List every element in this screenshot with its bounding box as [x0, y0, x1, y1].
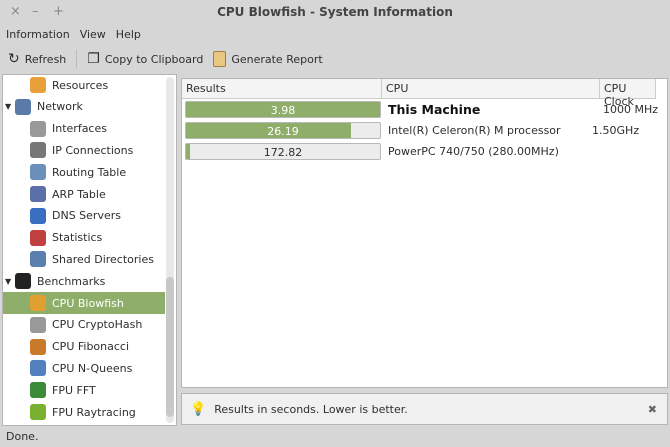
sidebar-item[interactable]: ▼ Benchmarks: [3, 270, 165, 292]
expander-icon[interactable]: ▼: [5, 277, 11, 286]
sidebar-item-label: DNS Servers: [52, 209, 121, 223]
sidebar-item-label: Statistics: [52, 231, 103, 245]
sidebar-item[interactable]: ▼ Network: [3, 96, 165, 118]
result-value: 172.82: [263, 146, 303, 159]
refresh-button[interactable]: ↻ Refresh: [8, 51, 66, 67]
sidebar-item-label: Shared Directories: [52, 252, 154, 266]
sidebar-item[interactable]: CPU N-Queens: [3, 357, 165, 379]
result-bar: 3.98: [185, 101, 381, 118]
lightbulb-icon: 💡: [190, 401, 207, 417]
sidebar-item-label: FPU FFT: [52, 383, 96, 397]
sidebar-item-icon: [30, 77, 46, 93]
scrollbar-thumb[interactable]: [166, 277, 174, 417]
status-bar: Done.: [6, 430, 39, 443]
info-text: Results in seconds. Lower is better.: [214, 402, 408, 416]
sidebar-item-icon: [30, 164, 46, 181]
result-value: 26.19: [267, 125, 299, 138]
generate-report-button[interactable]: Generate Report: [213, 51, 323, 67]
sidebar-item-label: Benchmarks: [37, 274, 106, 288]
sidebar-item[interactable]: Routing Table: [3, 161, 165, 183]
sidebar-item-icon: [30, 229, 46, 246]
sidebar-item[interactable]: Resources: [3, 75, 165, 96]
close-info-icon[interactable]: ✖: [648, 403, 657, 416]
refresh-icon: ↻: [8, 51, 20, 67]
column-header-cpu-clock[interactable]: CPU Clock: [600, 79, 656, 108]
menu-help[interactable]: Help: [116, 28, 141, 41]
result-bar: 172.82: [185, 143, 381, 160]
cpu-name: PowerPC 740/750 (280.00MHz): [388, 145, 559, 158]
sidebar-item-label: CPU Blowfish: [52, 296, 124, 310]
info-bar: 💡 Results in seconds. Lower is better. ✖: [181, 393, 668, 425]
toolbar-separator: [76, 50, 78, 68]
sidebar-item-icon: [30, 142, 46, 159]
sidebar-item-icon: [30, 207, 46, 224]
sidebar-item-label: IP Connections: [52, 143, 134, 157]
sidebar-item-icon: [15, 98, 31, 115]
sidebar-item[interactable]: Shared Directories: [3, 248, 165, 270]
result-bar: 26.19: [185, 122, 381, 139]
menu-bar: Information View Help: [0, 24, 141, 44]
sidebar-item-icon: [30, 404, 46, 420]
cpu-name: This Machine: [388, 102, 481, 117]
sidebar-item-label: Network: [37, 100, 83, 114]
sidebar-item-label: ARP Table: [52, 187, 106, 201]
sidebar-tree: Resources ▼ Network Interfaces IP Connection…: [2, 74, 177, 426]
sidebar-item-icon: [30, 295, 46, 311]
column-header-results[interactable]: Results: [182, 79, 382, 99]
sidebar-item-label: Resources: [52, 78, 109, 92]
sidebar-item-icon: [30, 382, 46, 399]
sidebar-item[interactable]: CPU Blowfish: [3, 292, 165, 314]
sidebar-item[interactable]: FPU FFT: [3, 379, 165, 401]
title-bar: × – + CPU Blowfish - System Information: [0, 0, 670, 24]
toolbar: ↻ Refresh ❐ Copy to Clipboard Generate Rep…: [0, 46, 333, 72]
sidebar-item-label: FPU Raytracing: [52, 405, 136, 419]
expander-icon[interactable]: ▼: [5, 102, 11, 111]
sidebar-item-icon: [15, 273, 31, 290]
sidebar-item[interactable]: Interfaces: [3, 118, 165, 140]
sidebar-item-icon: [30, 360, 46, 377]
copy-to-clipboard-button[interactable]: ❐ Copy to Clipboard: [87, 51, 203, 67]
sidebar-scrollbar[interactable]: [166, 77, 174, 423]
menu-view[interactable]: View: [80, 28, 106, 41]
sidebar-item[interactable]: FPU Raytracing: [3, 401, 165, 423]
sidebar-item-label: Interfaces: [52, 122, 107, 136]
menu-information[interactable]: Information: [6, 28, 70, 41]
sidebar-item[interactable]: DNS Servers: [3, 205, 165, 227]
sidebar-item-icon: [30, 338, 46, 355]
sidebar-item[interactable]: Statistics: [3, 227, 165, 249]
result-value: 3.98: [270, 104, 296, 117]
clipboard-report-icon: [213, 51, 227, 67]
copy-icon: ❐: [87, 51, 100, 67]
sidebar-item-label: CPU CryptoHash: [52, 318, 143, 332]
cpu-clock: 1000 MHz: [603, 103, 659, 116]
sidebar-item[interactable]: ARP Table: [3, 183, 165, 205]
sidebar-item-label: Routing Table: [52, 165, 127, 179]
sidebar-item-icon: [30, 120, 46, 137]
sidebar-item-icon: [30, 251, 46, 268]
copy-label: Copy to Clipboard: [104, 52, 204, 66]
sidebar-item-label: CPU Fibonacci: [52, 340, 130, 354]
column-header-cpu[interactable]: CPU: [382, 79, 600, 99]
window-title: CPU Blowfish - System Information: [217, 5, 453, 19]
report-label: Generate Report: [231, 52, 323, 66]
sidebar-item[interactable]: IP Connections: [3, 139, 165, 161]
sidebar-item[interactable]: CPU CryptoHash: [3, 314, 165, 336]
sidebar-item[interactable]: CPU Fibonacci: [3, 336, 165, 358]
sidebar-item-icon: [30, 186, 46, 202]
results-table: Results CPU CPU Clock 3.98 This Machine 10…: [181, 78, 668, 388]
refresh-label: Refresh: [24, 52, 67, 66]
sidebar-item-label: CPU N-Queens: [52, 361, 133, 375]
cpu-name: Intel(R) Celeron(R) M processor 1.50GHz: [388, 124, 640, 137]
sidebar-item-icon: [30, 316, 46, 333]
